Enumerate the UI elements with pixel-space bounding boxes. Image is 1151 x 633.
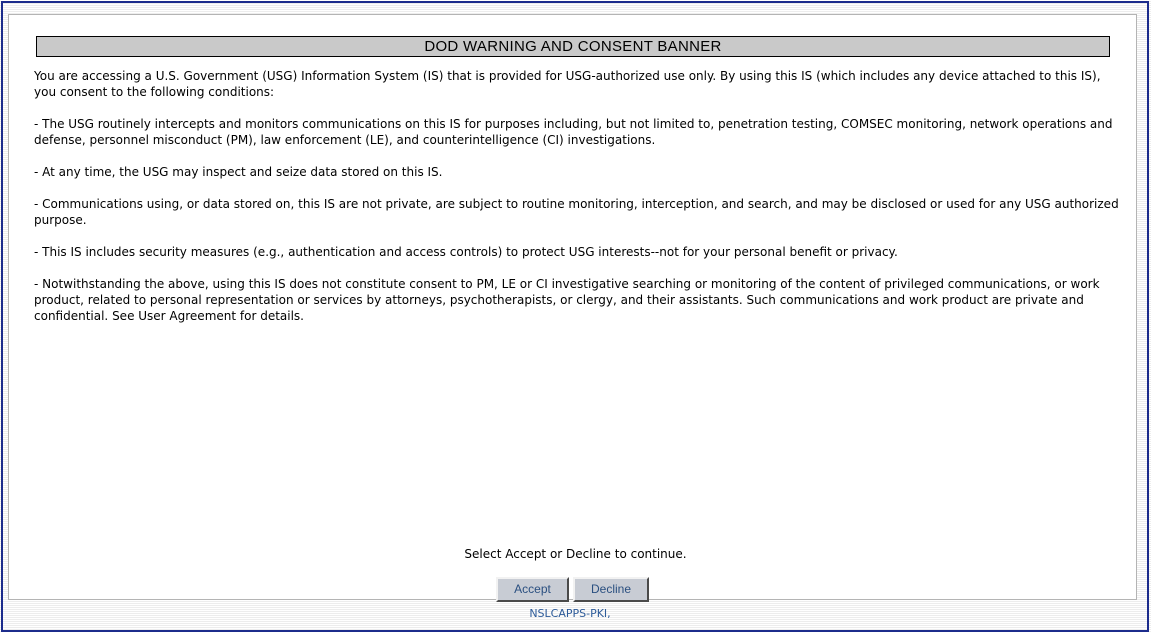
banner-title: DOD WARNING AND CONSENT BANNER bbox=[36, 36, 1110, 57]
paragraph-intro: You are accessing a U.S. Government (USG… bbox=[34, 69, 1101, 99]
paragraph-security-measures: - This IS includes security measures (e.… bbox=[34, 245, 898, 259]
decline-button[interactable]: Decline bbox=[573, 577, 649, 602]
paragraph-privacy: - Communications using, or data stored o… bbox=[34, 197, 1119, 227]
banner-body: You are accessing a U.S. Government (USG… bbox=[34, 68, 1124, 340]
server-name-footer: NSLCAPPS-PKI, bbox=[529, 607, 611, 620]
accept-button[interactable]: Accept bbox=[496, 577, 569, 602]
paragraph-monitoring: - The USG routinely intercepts and monit… bbox=[34, 117, 1113, 147]
paragraph-inspection: - At any time, the USG may inspect and s… bbox=[34, 165, 443, 179]
consent-panel: DOD WARNING AND CONSENT BANNER You are a… bbox=[8, 14, 1137, 602]
paragraph-privileged-communications: - Notwithstanding the above, using this … bbox=[34, 277, 1100, 323]
continue-prompt: Select Accept or Decline to continue. bbox=[464, 547, 687, 561]
